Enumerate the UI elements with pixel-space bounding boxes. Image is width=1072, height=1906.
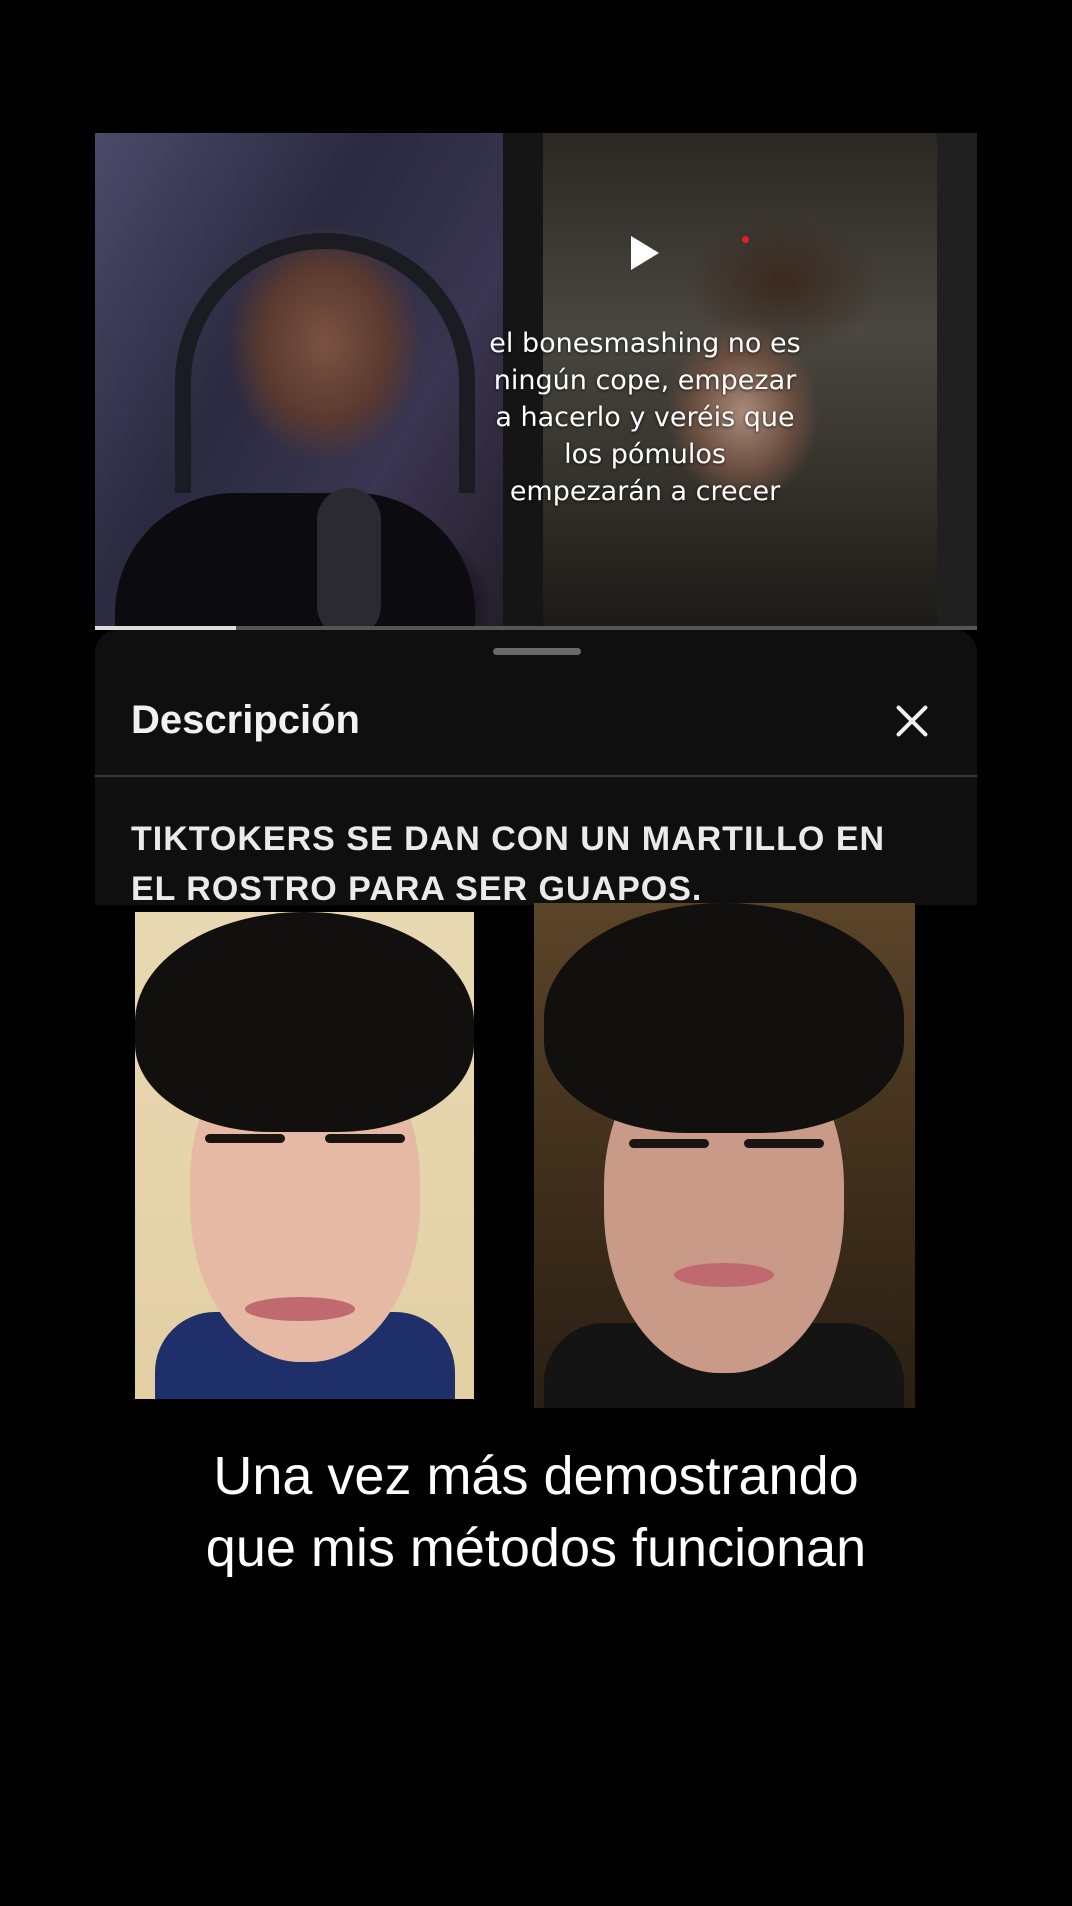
description-text: TIKTOKERS SE DAN CON UN MARTILLO EN EL R…	[131, 814, 951, 905]
reactor-webcam-pane	[95, 133, 503, 627]
overlay-line: a hacerlo y veréis que	[495, 402, 795, 433]
description-sheet: Descripción TIKTOKERS SE DAN CON UN MART…	[95, 630, 977, 905]
video-caption: Una vez más demostrando que mis métodos …	[60, 1440, 1012, 1584]
hair-graphic	[544, 903, 904, 1133]
video-overlay-text: el bonesmashing no es ningún cope, empez…	[448, 325, 842, 510]
description-line: TIKTOKERS SE DAN CON UN MARTILLO EN	[131, 820, 886, 858]
overlay-line: el bonesmashing no es	[489, 328, 801, 359]
overlay-line: ningún cope, empezar	[493, 365, 797, 396]
microphone-graphic	[317, 488, 381, 627]
comparison-photo-left	[135, 912, 474, 1399]
overlay-line: empezarán a crecer	[509, 476, 781, 507]
shirt-graphic	[115, 493, 475, 627]
caption-line: Una vez más demostrando	[213, 1446, 859, 1506]
hair-graphic	[135, 912, 474, 1132]
headphones-graphic	[175, 233, 475, 493]
description-line: EL ROSTRO PARA SER GUAPOS.	[131, 870, 703, 905]
eyebrow-graphic	[744, 1139, 824, 1148]
sheet-divider	[95, 775, 977, 777]
lips-graphic	[245, 1297, 355, 1321]
close-icon[interactable]	[891, 700, 933, 742]
eyebrow-graphic	[325, 1134, 405, 1143]
sheet-drag-handle[interactable]	[493, 648, 581, 655]
lips-graphic	[674, 1263, 774, 1287]
pane-edge	[937, 133, 977, 627]
overlay-line: los pómulos	[564, 439, 726, 470]
sheet-title: Descripción	[131, 698, 360, 742]
eyebrow-graphic	[205, 1134, 285, 1143]
comparison-photo-right	[534, 903, 915, 1408]
caption-line: que mis métodos funcionan	[205, 1518, 867, 1578]
red-dot-indicator	[742, 236, 749, 243]
play-icon[interactable]	[631, 236, 659, 270]
eyebrow-graphic	[629, 1139, 709, 1148]
